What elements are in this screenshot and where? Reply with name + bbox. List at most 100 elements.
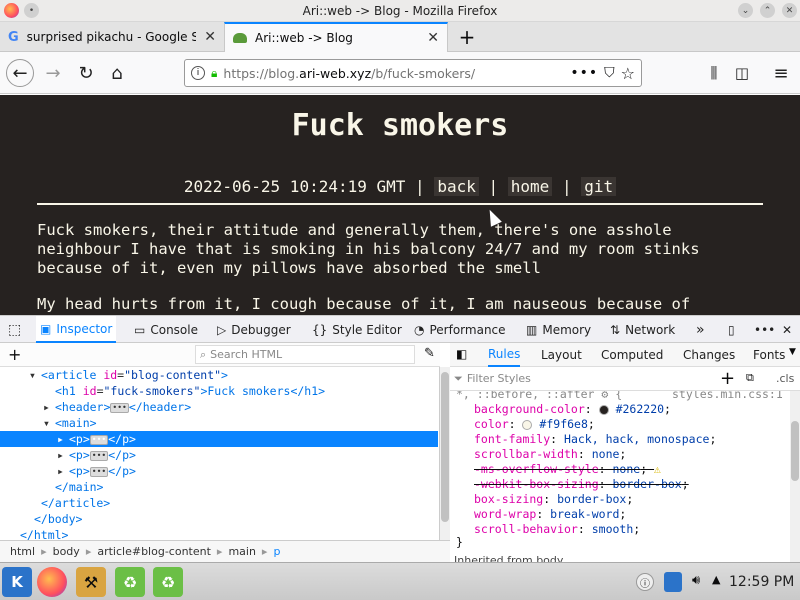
url-text[interactable]: https://blog.ari-web.xyz/b/fuck-smokers/ (223, 66, 564, 81)
markup-node[interactable]: ▸ <p> ••• </p> (0, 463, 438, 479)
tab-layout[interactable]: Layout (541, 343, 582, 367)
markup-node[interactable]: ▸ <p> ••• </p> (0, 431, 438, 447)
filter-styles-input[interactable]: ⏷ Filter Styles (454, 369, 710, 388)
css-declaration[interactable]: background-color: #262220; (474, 402, 671, 417)
css-value[interactable]: border-box (557, 492, 626, 506)
tab-rules[interactable]: Rules (488, 343, 521, 367)
add-node-icon[interactable]: + (8, 345, 21, 364)
updates-tray-icon[interactable] (664, 572, 682, 592)
color-swatch-icon[interactable] (598, 404, 609, 415)
breadcrumb-item[interactable]: article#blog-content (97, 545, 211, 558)
markup-node[interactable]: </body> (0, 511, 438, 527)
close-tab-icon[interactable]: ✕ (427, 30, 439, 46)
markup-node[interactable]: ▾ <article id="blog-content"> (0, 367, 438, 383)
close-devtools-icon[interactable]: ✕ (778, 316, 796, 343)
breadcrumb-item[interactable]: html (10, 545, 35, 558)
css-value[interactable]: Hack, hack, monospace (564, 432, 709, 446)
css-property[interactable]: scroll-behavior (474, 522, 578, 536)
forward-icon[interactable]: → (40, 60, 66, 86)
breadcrumb-item[interactable]: main (228, 545, 255, 558)
expand-arrow-icon[interactable]: ▾ (43, 415, 55, 431)
css-declaration[interactable]: scrollbar-width: none; (474, 447, 626, 462)
markup-node[interactable]: ▸ <p> ••• </p> (0, 447, 438, 463)
clipboard-tray-icon[interactable]: ⓘ (636, 573, 654, 591)
css-property[interactable]: -webkit-box-sizing (474, 477, 599, 491)
page-actions-icon[interactable]: ••• (570, 65, 598, 81)
markup-node[interactable]: </article> (0, 495, 438, 511)
breadcrumb-item[interactable]: p (273, 545, 280, 558)
pocket-icon[interactable]: ⛉ (604, 65, 615, 81)
expand-arrow-icon[interactable]: ▸ (57, 431, 69, 447)
close-tab-icon[interactable]: ✕ (204, 29, 216, 45)
markup-node[interactable]: ▾ <main> (0, 415, 438, 431)
css-property[interactable]: color (474, 417, 509, 431)
css-property[interactable]: -ms-overflow-style (474, 462, 599, 476)
expand-arrow-icon[interactable]: ▾ (29, 367, 41, 383)
expand-arrow-icon[interactable]: ▸ (57, 447, 69, 463)
collapsed-children-icon[interactable]: ••• (89, 466, 109, 477)
volume-tray-icon[interactable]: 🔊︎ (692, 573, 700, 588)
add-rule-icon[interactable]: + (720, 368, 735, 389)
css-declaration[interactable]: scroll-behavior: smooth; (474, 522, 640, 537)
markup-node[interactable]: ▸ <header> ••• </header> (0, 399, 438, 415)
cls-toggle[interactable]: .cls (776, 372, 794, 385)
tab-computed[interactable]: Computed (601, 343, 663, 367)
tab-fonts[interactable]: Fonts (753, 343, 785, 367)
markup-node[interactable]: <h1 id="fuck-smokers">Fuck smokers</h1> (0, 383, 438, 399)
css-declaration[interactable]: -webkit-box-sizing: border-box; (474, 477, 689, 492)
maximize-icon[interactable]: ⌃ (760, 3, 775, 18)
url-bar[interactable]: i 🔒︎ https://blog.ari-web.xyz/b/fuck-smo… (184, 59, 642, 87)
rule-source-link[interactable]: styles.min.css:1 (672, 391, 783, 402)
back-link[interactable]: back (434, 177, 479, 196)
css-value[interactable]: none (592, 447, 620, 461)
sidebar-icon[interactable]: ◫ (729, 60, 755, 86)
css-property[interactable]: font-family (474, 432, 550, 446)
css-value[interactable]: smooth (592, 522, 634, 536)
collapsed-children-icon[interactable]: ••• (89, 450, 109, 461)
tab-ariweb[interactable]: Ari::web -> Blog ✕ (224, 22, 448, 52)
kde-launcher-icon[interactable]: K (2, 567, 32, 597)
app-recycle-icon-2[interactable]: ♻ (153, 567, 183, 597)
collapsed-children-icon[interactable]: ••• (110, 402, 129, 413)
css-property[interactable]: background-color (474, 402, 585, 416)
css-value[interactable]: break-word (550, 507, 619, 521)
responsive-design-icon[interactable]: ▯ (724, 316, 739, 343)
rules-scrollbar[interactable] (790, 391, 800, 562)
expand-arrow-icon[interactable]: ▸ (57, 463, 69, 479)
tab-performance[interactable]: ◔ Performance (410, 316, 510, 343)
info-icon[interactable]: i (191, 66, 205, 80)
css-declaration[interactable]: word-wrap: break-word; (474, 507, 626, 522)
css-declaration[interactable]: -ms-overflow-style: none; ⚠ (474, 462, 661, 477)
tab-network[interactable]: ⇅ Network (606, 316, 679, 343)
tab-changes[interactable]: Changes (683, 343, 735, 367)
css-declaration[interactable]: font-family: Hack, hack, monospace; (474, 432, 716, 447)
css-declaration[interactable]: box-sizing: border-box; (474, 492, 633, 507)
css-property[interactable]: scrollbar-width (474, 447, 578, 461)
expand-arrow-icon[interactable]: ▸ (43, 399, 55, 415)
tab-debugger[interactable]: ▷ Debugger (213, 316, 295, 343)
new-tab-icon[interactable]: + (455, 25, 479, 49)
more-tabs-icon[interactable]: » (692, 316, 709, 343)
tab-google[interactable]: G surprised pikachu - Google Se ✕ (0, 22, 224, 52)
tab-inspector[interactable]: ▣ Inspector (36, 316, 117, 343)
back-icon[interactable]: ← (6, 59, 34, 87)
css-value[interactable]: border-box (612, 477, 681, 491)
css-declaration[interactable]: color: #f9f6e8; (474, 417, 595, 432)
tab-memory[interactable]: ▥ Memory (522, 316, 595, 343)
tab-style-editor[interactable]: {} Style Editor (308, 316, 406, 343)
bookmark-star-icon[interactable]: ☆ (621, 64, 635, 83)
collapsed-children-icon[interactable]: ••• (89, 434, 109, 445)
clock[interactable]: 12:59 PM (729, 574, 794, 590)
eyedropper-icon[interactable]: ✎ (424, 346, 435, 361)
app-recycle-icon-1[interactable]: ♻ (115, 567, 145, 597)
toggle-layout-icon[interactable]: ◧ (456, 347, 467, 361)
breadcrumb-item[interactable]: body (53, 545, 80, 558)
pseudo-class-icon[interactable]: ⧉ (746, 371, 754, 385)
css-property[interactable]: word-wrap (474, 507, 536, 521)
selector-gear-icon[interactable]: ⚙ { (601, 391, 622, 401)
markup-node[interactable]: </main> (0, 479, 438, 495)
tab-console[interactable]: ▭ Console (130, 316, 202, 343)
tabs-dropdown-icon[interactable]: ▼ (789, 347, 796, 357)
css-property[interactable]: box-sizing (474, 492, 543, 506)
css-value[interactable]: none (612, 462, 640, 476)
